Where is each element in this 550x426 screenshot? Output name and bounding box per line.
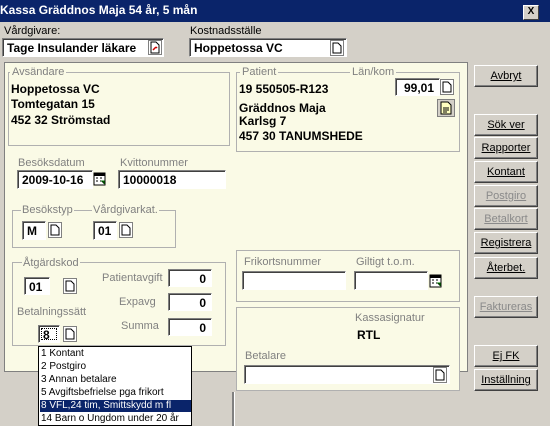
- list-item[interactable]: 3 Annan betalare: [41, 374, 117, 386]
- kostnadsstalle-label: Kostnadsställe: [190, 25, 262, 37]
- list-item[interactable]: 14 Barn o Ungdom under 20 år: [41, 413, 179, 425]
- patient-card-icon[interactable]: [437, 99, 455, 117]
- lan-kom-label: Län/kom: [350, 66, 397, 78]
- list-item[interactable]: 2 Postgiro: [41, 361, 86, 373]
- list-item[interactable]: 1 Kontant: [41, 348, 84, 360]
- atgardskod-dropdown-icon[interactable]: [63, 278, 77, 294]
- besokstyp-dropdown-icon[interactable]: [48, 222, 62, 238]
- sok-ver-button[interactable]: Sök ver: [474, 114, 538, 136]
- expavg-value: 0: [199, 296, 206, 310]
- vardgivarkat-label: Vårdgivarkat.: [92, 204, 159, 216]
- faktureras-button[interactable]: Faktureras: [474, 296, 538, 318]
- betalningssatt-field[interactable]: 8: [38, 325, 60, 343]
- list-item-selected[interactable]: 8 VFL,24 tim, Smittskydd m fl: [40, 400, 191, 412]
- patientavgift-label: Patientavgift: [102, 272, 163, 284]
- patient-name: Gräddnos Maja: [239, 101, 326, 115]
- besoksdatum-field[interactable]: 2009-10-16: [17, 170, 93, 189]
- kostnadsstalle-field[interactable]: Hoppetossa VC: [189, 38, 347, 57]
- expavg-field[interactable]: 0: [168, 293, 212, 311]
- expavg-label: Expavg: [119, 296, 156, 308]
- giltigt-field[interactable]: [354, 271, 428, 290]
- list-item[interactable]: 5 Avgiftsbefrielse pga frikort: [41, 387, 164, 399]
- avsandare-label: Avsändare: [10, 66, 67, 78]
- patient-street: Karlsg 7: [239, 114, 287, 128]
- vardgivarkat-dropdown-icon[interactable]: [119, 222, 133, 238]
- window-title: Kassa Gräddnos Maja 54 år, 5 mån: [0, 3, 198, 17]
- patient-id: 19 550505-R123: [239, 82, 329, 96]
- betalningssatt-dropdown-list[interactable]: 1 Kontant 2 Postgiro 3 Annan betalare 5 …: [38, 346, 192, 426]
- giltigt-calendar-icon[interactable]: [429, 273, 443, 290]
- vardgivarkat-field[interactable]: 01: [93, 221, 117, 240]
- postgiro-button[interactable]: Postgiro: [474, 185, 538, 207]
- lan-kom-value: 99,01: [403, 81, 434, 95]
- avbryt-button[interactable]: Avbryt: [474, 65, 538, 87]
- patientavgift-field[interactable]: 0: [168, 269, 212, 287]
- atgardskod-label: Åtgärdskod: [22, 257, 80, 269]
- vardgivare-picker-icon[interactable]: [148, 40, 162, 55]
- patientavgift-value: 0: [199, 272, 206, 286]
- avsandare-line2: Tomtegatan 15: [11, 97, 95, 111]
- betalningssatt-dropdown-icon[interactable]: [63, 326, 77, 342]
- summa-value: 0: [199, 321, 206, 335]
- kvittonummer-value: 10000018: [123, 173, 177, 187]
- patient-label: Patient: [240, 66, 279, 78]
- besoksdatum-label: Besöksdatum: [18, 157, 85, 169]
- kvittonummer-field[interactable]: 10000018: [118, 170, 226, 189]
- calendar-icon[interactable]: [93, 171, 107, 188]
- atgardskod-value: 01: [29, 280, 43, 294]
- besoksdatum-value: 2009-10-16: [22, 173, 84, 187]
- betalare-dropdown-icon[interactable]: [433, 367, 447, 383]
- frikortsnummer-field[interactable]: [242, 271, 346, 290]
- betalningssatt-label: Betalningssätt: [17, 306, 87, 318]
- kassasignatur-label: Kassasignatur: [355, 312, 425, 324]
- kostnadsstalle-dropdown-icon[interactable]: [330, 40, 344, 56]
- rapporter-button[interactable]: Rapporter: [474, 137, 538, 159]
- kvittonummer-label: Kvittonummer: [120, 157, 188, 169]
- avsandare-line1: Hoppetossa VC: [11, 82, 100, 96]
- besokstyp-value: M: [27, 224, 37, 238]
- summa-label: Summa: [121, 320, 159, 332]
- betalare-field[interactable]: [244, 365, 450, 384]
- lan-kom-dropdown-icon[interactable]: [440, 79, 454, 95]
- vardgivare-label: Vårdgivare:: [4, 25, 61, 37]
- frikortsnummer-label: Frikortsnummer: [244, 256, 322, 268]
- close-button[interactable]: X: [523, 5, 539, 20]
- summa-field[interactable]: 0: [168, 318, 212, 336]
- vardgivarkat-value: 01: [98, 224, 112, 238]
- lan-kom-field[interactable]: 99,01: [395, 78, 440, 96]
- betalkort-button[interactable]: Betalkort: [474, 208, 538, 230]
- kostnadsstalle-value: Hoppetossa VC: [194, 41, 283, 55]
- kontant-button[interactable]: Kontant: [474, 161, 538, 183]
- bottom-divider: [232, 392, 235, 426]
- besokstyp-label: Besökstyp: [21, 204, 74, 216]
- avsandare-line3: 452 32 Strömstad: [11, 113, 111, 127]
- betalningssatt-value: 8: [43, 328, 50, 342]
- aterbet-button[interactable]: Återbet.: [474, 257, 538, 279]
- giltigt-label: Giltigt t.o.m.: [356, 256, 415, 268]
- besokstyp-field[interactable]: M: [22, 221, 46, 240]
- kassasignatur-value: RTL: [357, 328, 381, 342]
- atgardskod-field[interactable]: 01: [24, 277, 50, 295]
- ej-fk-button[interactable]: Ej FK: [474, 345, 538, 367]
- installning-button[interactable]: Inställning: [474, 369, 538, 391]
- vardgivare-field[interactable]: Tage Insulander läkare: [2, 38, 164, 57]
- vardgivare-value: Tage Insulander läkare: [7, 41, 137, 55]
- patient-city: 457 30 TANUMSHEDE: [239, 129, 363, 143]
- registrera-button[interactable]: Registrera: [474, 232, 538, 254]
- betalare-label: Betalare: [245, 350, 286, 362]
